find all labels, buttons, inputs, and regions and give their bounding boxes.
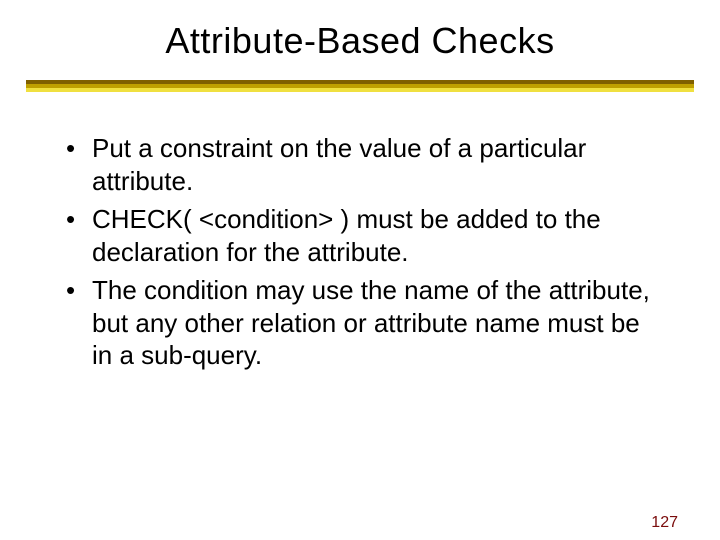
bullet-item: CHECK( <condition> ) must be added to th… [60, 203, 660, 268]
page-number: 127 [651, 514, 678, 532]
title-divider [26, 80, 694, 92]
slide: Attribute-Based Checks Put a constraint … [0, 20, 720, 540]
bullet-list: Put a constraint on the value of a parti… [60, 132, 660, 372]
divider-bar-light [26, 88, 694, 92]
bullet-item: The condition may use the name of the at… [60, 274, 660, 372]
slide-title: Attribute-Based Checks [0, 20, 720, 62]
bullet-item: Put a constraint on the value of a parti… [60, 132, 660, 197]
slide-body: Put a constraint on the value of a parti… [60, 132, 660, 372]
